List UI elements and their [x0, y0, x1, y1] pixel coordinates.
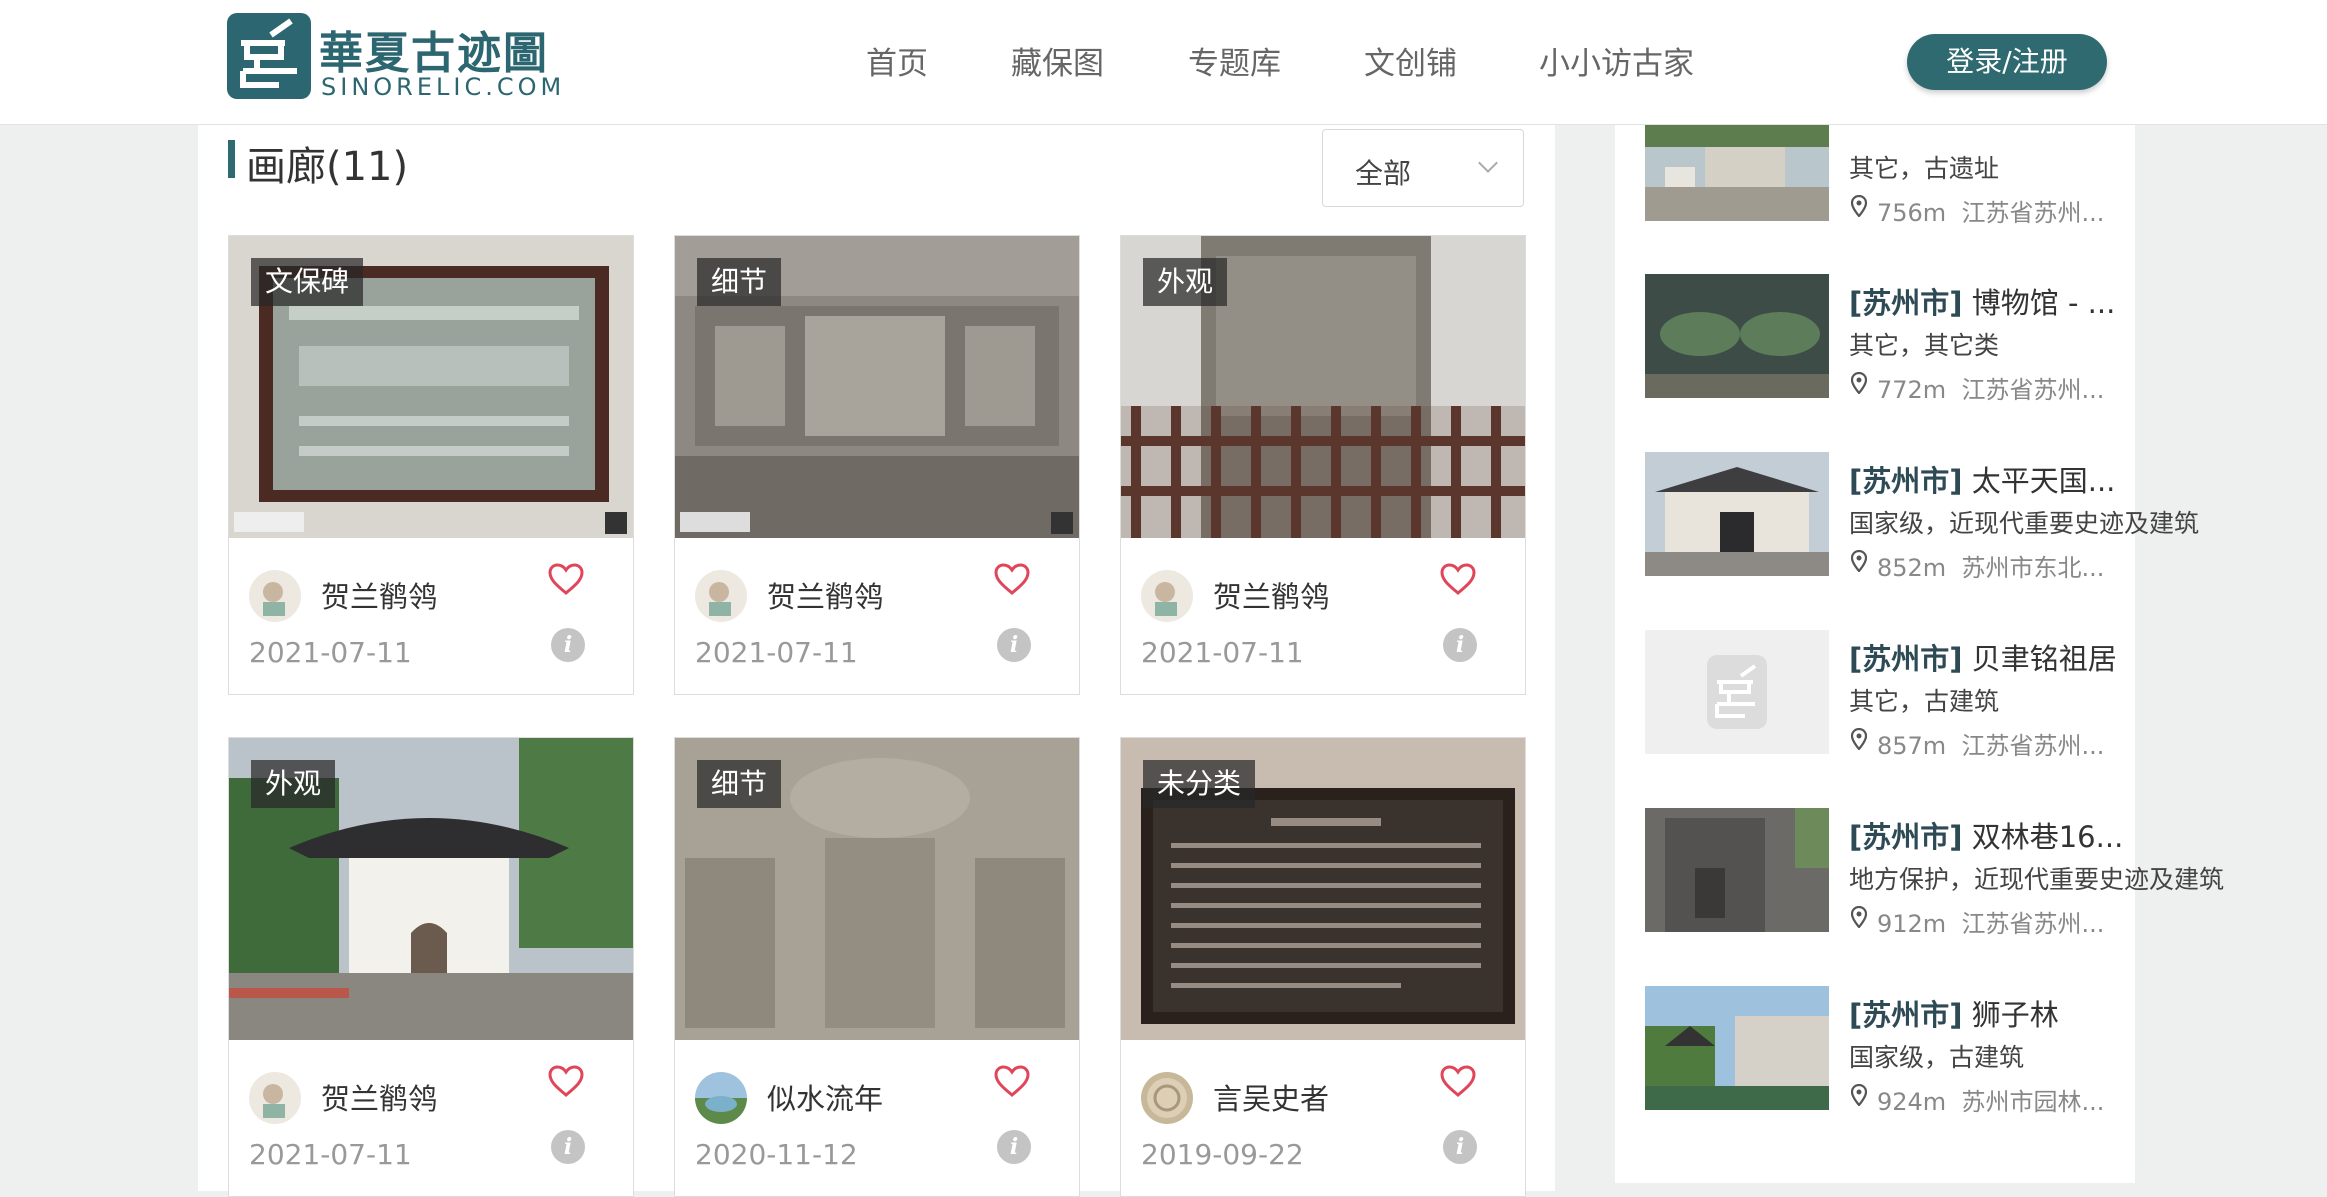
avatar[interactable] — [1141, 570, 1193, 622]
relic-distance-address: 852m 苏州市东北... — [1877, 554, 2105, 582]
nearby-relic-item[interactable]: [苏州市] 狮子林 国家级，古建筑 924m 苏州市园林... — [1645, 986, 2205, 1116]
author-name[interactable]: 贺兰鹡鸰 — [321, 1076, 437, 1118]
nav-item-home[interactable]: 首页 — [866, 38, 928, 83]
relic-thumbnail[interactable] — [1645, 274, 1829, 398]
upload-date: 2021-07-11 — [249, 1138, 412, 1171]
location-pin-icon — [1851, 728, 1867, 750]
gallery-title: 画廊(11) — [246, 144, 409, 190]
login-register-button[interactable]: 登录/注册 — [1907, 34, 2107, 90]
location-pin-icon — [1851, 1084, 1867, 1106]
nav-item-topics[interactable]: 专题库 — [1188, 38, 1281, 83]
relic-distance-address: 912m 江苏省苏州... — [1877, 910, 2105, 938]
gallery-card[interactable]: 外观 贺兰鹡鸰 2021-07-11 i — [228, 737, 634, 1197]
upload-date: 2019-09-22 — [1141, 1138, 1304, 1171]
relic-title[interactable]: [苏州市] 博物馆 - ... — [1849, 280, 2115, 322]
logo-chinese-text: 華夏古迹圖 — [319, 28, 549, 79]
gallery-card[interactable]: 细节 似水流年 2020-11-12 i — [674, 737, 1080, 1197]
avatar[interactable] — [695, 1072, 747, 1124]
author-name[interactable]: 贺兰鹡鸰 — [767, 574, 883, 616]
relic-distance-address: 772m 江苏省苏州... — [1877, 376, 2105, 404]
gallery-photo[interactable]: 细节 — [675, 236, 1079, 538]
logo-mark-icon — [227, 13, 311, 99]
relic-category: 地方保护，近现代重要史迹及建筑 — [1849, 865, 2225, 894]
author-name[interactable]: 言吴史者 — [1213, 1076, 1329, 1118]
relic-thumbnail[interactable] — [1645, 808, 1829, 932]
gallery-photo[interactable]: 文保碑 — [229, 236, 633, 538]
gallery-photo[interactable]: 外观 — [1121, 236, 1525, 538]
upload-date: 2021-07-11 — [695, 636, 858, 669]
relic-title[interactable]: [苏州市] 双林巷16... — [1849, 814, 2123, 856]
relic-thumbnail[interactable] — [1645, 986, 1829, 1110]
relic-thumbnail-placeholder[interactable] — [1645, 630, 1829, 754]
location-pin-icon — [1851, 372, 1867, 394]
photo-category-tag: 外观 — [251, 760, 336, 808]
chevron-down-icon — [1478, 153, 1498, 173]
relic-thumbnail[interactable] — [1645, 452, 1829, 576]
info-icon[interactable]: i — [997, 1130, 1031, 1164]
relic-category: 其它，其它类 — [1849, 331, 2000, 360]
gallery-card[interactable]: 文保碑 贺兰鹡鸰 2021-07-11 i — [228, 235, 634, 695]
location-pin-icon — [1851, 550, 1867, 572]
photo-category-tag: 未分类 — [1143, 760, 1256, 808]
heart-icon[interactable] — [993, 1064, 1031, 1098]
info-icon[interactable]: i — [551, 628, 585, 662]
relic-distance-address: 756m 江苏省苏州... — [1877, 199, 2105, 227]
author-name[interactable]: 似水流年 — [767, 1076, 883, 1118]
info-icon[interactable]: i — [1443, 1130, 1477, 1164]
info-icon[interactable]: i — [997, 628, 1031, 662]
relic-category: 国家级，近现代重要史迹及建筑 — [1849, 509, 2200, 538]
filter-selected-value: 全部 — [1355, 157, 1412, 190]
upload-date: 2020-11-12 — [695, 1138, 858, 1171]
relic-title[interactable]: [苏州市] 狮子林 — [1849, 992, 2059, 1034]
nearby-relic-item[interactable]: [苏州市] 双林巷16... 地方保护，近现代重要史迹及建筑 912m 江苏省苏… — [1645, 808, 2224, 938]
relic-category: 国家级，古建筑 — [1849, 1043, 2025, 1072]
heart-icon[interactable] — [547, 562, 585, 596]
site-header: 華夏古迹圖 SINORELIC.COM 首页 藏保图 专题库 文创铺 小小访古家… — [0, 0, 2327, 125]
upload-date: 2021-07-11 — [1141, 636, 1304, 669]
logo-english-text: SINORELIC.COM — [321, 73, 566, 101]
relic-distance-address: 857m 江苏省苏州... — [1877, 732, 2105, 760]
nav-item-map[interactable]: 藏保图 — [1011, 38, 1104, 83]
gallery-card[interactable]: 细节 贺兰鹡鸰 2021-07-11 i — [674, 235, 1080, 695]
info-icon[interactable]: i — [551, 1130, 585, 1164]
site-logo[interactable]: 華夏古迹圖 SINORELIC.COM — [227, 13, 567, 101]
photo-category-tag: 细节 — [697, 258, 782, 306]
gallery-photo[interactable]: 未分类 — [1121, 738, 1525, 1040]
category-filter-select[interactable]: 全部 — [1322, 129, 1524, 207]
heart-icon[interactable] — [1439, 1064, 1477, 1098]
avatar[interactable] — [249, 570, 301, 622]
nearby-relic-item[interactable]: [苏州市] 博物馆 - ... 其它，其它类 772m 江苏省苏州... — [1645, 274, 2205, 404]
photo-category-tag: 细节 — [697, 760, 782, 808]
author-name[interactable]: 贺兰鹡鸰 — [1213, 574, 1329, 616]
upload-date: 2021-07-11 — [249, 636, 412, 669]
gallery-card[interactable]: 未分类 言吴史者 2019-09-22 i — [1120, 737, 1526, 1197]
info-icon[interactable]: i — [1443, 628, 1477, 662]
relic-title[interactable]: [苏州市] 太平天国... — [1849, 458, 2115, 500]
nav-item-shop[interactable]: 文创铺 — [1364, 38, 1457, 83]
avatar[interactable] — [1141, 1072, 1193, 1124]
heart-icon[interactable] — [547, 1064, 585, 1098]
avatar[interactable] — [249, 1072, 301, 1124]
relic-category: 其它，古建筑 — [1849, 687, 2000, 716]
gallery-photo[interactable]: 细节 — [675, 738, 1079, 1040]
relic-title[interactable]: [苏州市] 贝聿铭祖居 — [1849, 636, 2117, 678]
photo-category-tag: 外观 — [1143, 258, 1228, 306]
avatar[interactable] — [695, 570, 747, 622]
heart-icon[interactable] — [993, 562, 1031, 596]
location-pin-icon — [1851, 195, 1867, 217]
heart-icon[interactable] — [1439, 562, 1477, 596]
location-pin-icon — [1851, 906, 1867, 928]
photo-category-tag: 文保碑 — [251, 258, 364, 306]
gallery-card[interactable]: 外观 贺兰鹡鸰 2021-07-11 i — [1120, 235, 1526, 695]
title-accent-bar — [228, 140, 235, 178]
relic-distance-address: 924m 苏州市园林... — [1877, 1088, 2105, 1116]
relic-category: 其它，古遗址 — [1849, 154, 2000, 183]
gallery-photo[interactable]: 外观 — [229, 738, 633, 1040]
author-name[interactable]: 贺兰鹡鸰 — [321, 574, 437, 616]
nearby-relic-item[interactable]: [苏州市] 贝聿铭祖居 其它，古建筑 857m 江苏省苏州... — [1645, 630, 2205, 760]
nav-item-kids[interactable]: 小小访古家 — [1539, 38, 1694, 83]
nearby-relic-item[interactable]: [苏州市] 太平天国... 国家级，近现代重要史迹及建筑 852m 苏州市东北.… — [1645, 452, 2205, 582]
